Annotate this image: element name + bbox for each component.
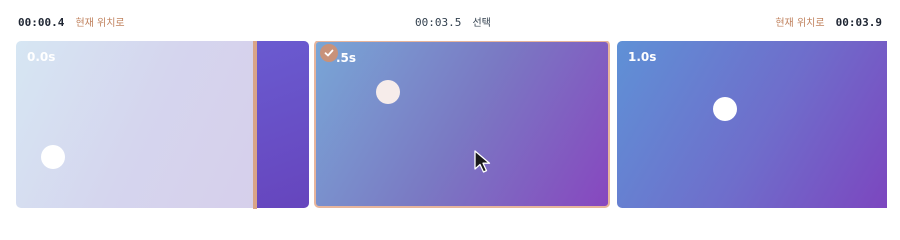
frame-thumbnail[interactable]: 1.0s [617,41,887,208]
ball-shape [376,80,400,104]
selected-badge [320,44,338,62]
frame-thumbnail-selected[interactable]: .5s [314,41,610,208]
left-readout: 00:00.4 현재 위치로 [18,11,125,30]
center-readout: 00:03.5 선택 [415,11,491,30]
frame-strip: 0.0s .5s 1.0s [0,41,900,209]
selection-time: 00:03.5 [415,16,462,29]
frame-time-label: 1.0s [628,50,657,64]
frame-overlay-band [256,41,309,208]
left-go-to-current-link[interactable]: 현재 위치로 [75,18,124,29]
arrow-cursor-icon [474,150,491,173]
left-time: 00:00.4 [18,16,65,29]
ball-shape [713,97,737,121]
check-icon [324,49,334,57]
ball-shape [41,145,65,169]
right-go-to-current-link[interactable]: 현재 위치로 [775,18,824,29]
frame-time-label: .5s [336,51,357,65]
selection-label: 선택 [472,18,491,29]
frame-thumbnail[interactable]: 0.0s [16,41,309,208]
timeline-toolbar: 00:00.4 현재 위치로 00:03.5 선택 현재 위치로 00:03.9 [0,0,900,36]
playhead-handle[interactable] [253,41,257,209]
frame-time-label: 0.0s [27,50,56,64]
right-readout: 현재 위치로 00:03.9 [775,11,882,30]
right-time: 00:03.9 [835,16,882,29]
